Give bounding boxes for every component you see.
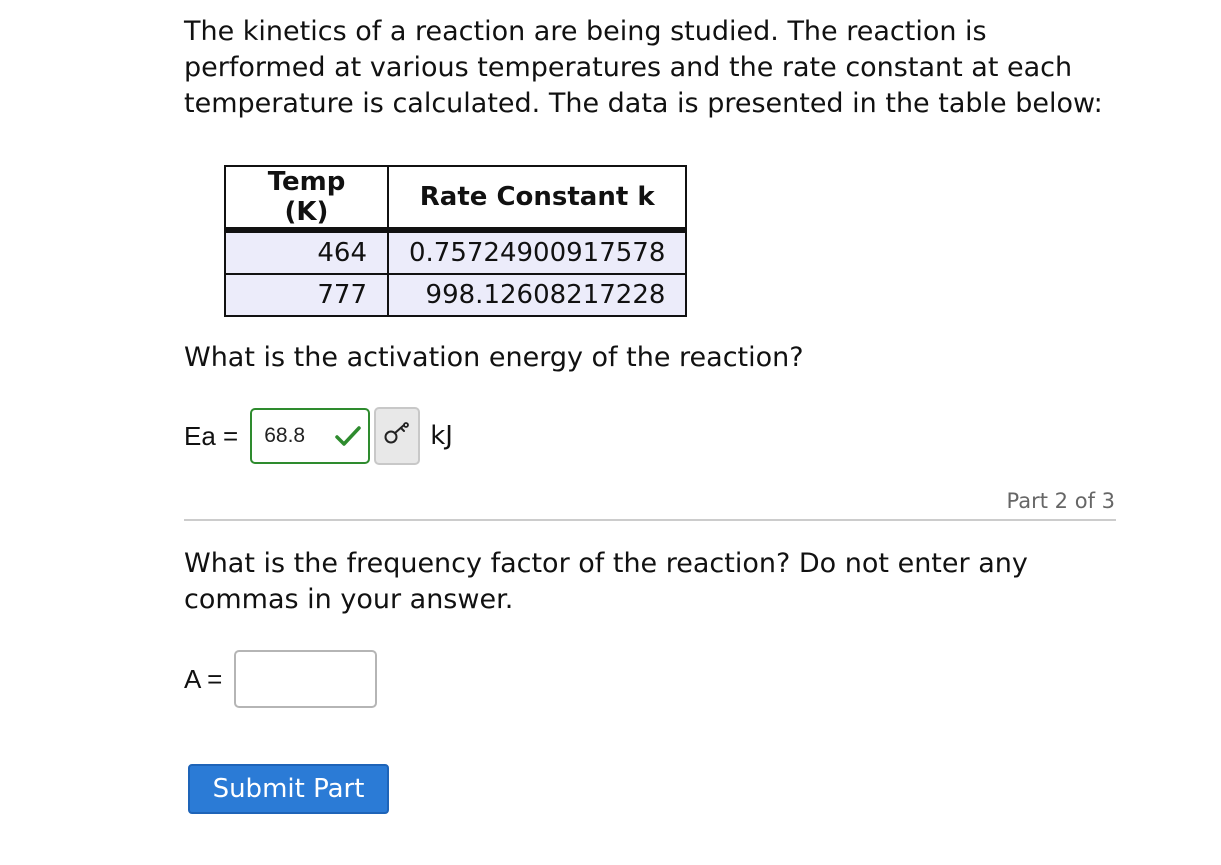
key-icon: [383, 422, 411, 450]
question-activation-energy: What is the activation energy of the rea…: [184, 342, 804, 373]
divider: [184, 519, 1116, 521]
table-header-row: Temp (K) Rate Constant k: [224, 165, 688, 233]
key-button[interactable]: [374, 407, 421, 465]
table-row: 464 0.75724900917578: [224, 229, 688, 275]
cell-rate-constant: 0.75724900917578: [386, 229, 688, 275]
ea-unit: kJ: [430, 421, 453, 451]
part-indicator: Part 2 of 3: [1006, 489, 1115, 513]
ea-label: Ea =: [184, 421, 238, 452]
cell-temp: 777: [224, 273, 389, 317]
question-frequency-factor: What is the frequency factor of the reac…: [184, 548, 1028, 615]
submit-part-button[interactable]: Submit Part: [188, 764, 389, 814]
header-rate-constant: Rate Constant k: [386, 165, 688, 233]
intro-text: The kinetics of a reaction are being stu…: [184, 16, 1103, 119]
cell-temp: 464: [224, 229, 389, 275]
check-icon: [334, 424, 362, 448]
ea-equals: =: [223, 420, 239, 451]
ea-answer-row: Ea = 68.8 kJ: [184, 406, 453, 466]
frequency-factor-input[interactable]: [234, 650, 378, 708]
header-temp: Temp (K): [224, 165, 389, 233]
cell-rate-constant: 998.12608217228: [386, 273, 688, 317]
a-label: A =: [184, 664, 222, 695]
ea-variable: Ea: [184, 420, 216, 451]
ea-answer-field[interactable]: 68.8: [250, 408, 371, 464]
a-answer-row: A =: [184, 650, 378, 708]
data-table: Temp (K) Rate Constant k 464 0.757249009…: [224, 165, 688, 317]
table-row: 777 998.12608217228: [224, 273, 688, 317]
ea-answer-value: 68.8: [264, 424, 306, 447]
a-variable: A: [184, 663, 200, 694]
a-equals: =: [207, 663, 223, 694]
